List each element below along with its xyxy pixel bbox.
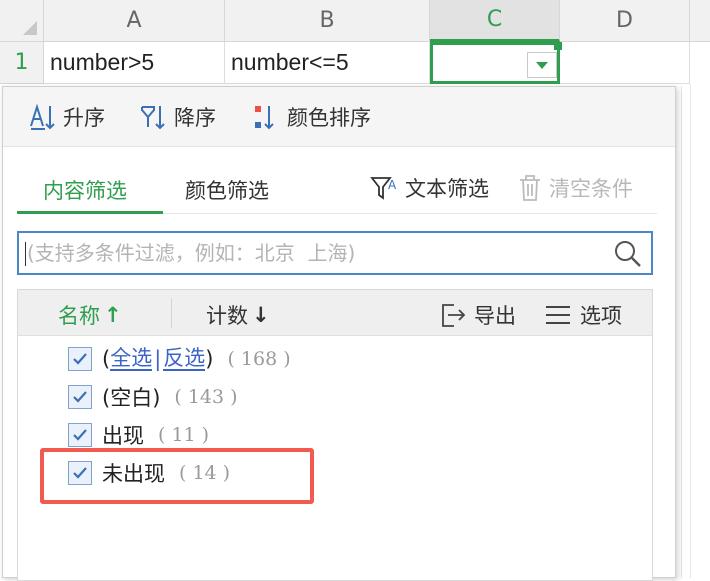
tab-color-filter[interactable]: 颜色筛选 <box>185 175 269 205</box>
export-button[interactable]: 导出 <box>438 300 516 330</box>
checkbox-checked[interactable] <box>68 385 92 409</box>
search-icon[interactable] <box>613 239 643 269</box>
clear-conditions-label: 清空条件 <box>549 177 633 201</box>
column-header-a[interactable]: A <box>44 0 225 42</box>
options-label: 选项 <box>580 304 622 328</box>
column-header-b[interactable]: B <box>225 0 430 42</box>
sort-by-count-button[interactable]: 计数 ↓ <box>206 300 270 330</box>
list-header: 名称 ↑ 计数 ↓ 导出 选项 <box>18 290 652 336</box>
text-filter-button[interactable]: A 文本筛选 <box>369 173 489 203</box>
checkbox-checked[interactable] <box>68 423 92 447</box>
list-item-select-all[interactable]: ( 全选 | 反选 ) ( 168 ) <box>68 343 291 375</box>
sort-by-color-button[interactable]: 颜色排序 <box>251 101 371 133</box>
sort-ascending-icon <box>27 102 57 132</box>
gridline <box>681 86 682 578</box>
options-button[interactable]: 选项 <box>544 300 622 330</box>
arrow-down-icon: ↓ <box>252 303 270 327</box>
item-label: (空白) <box>102 386 161 410</box>
active-tab-indicator <box>17 211 163 214</box>
sort-toolbar: 升序 降序 颜色排序 <box>3 87 675 147</box>
checkbox-checked[interactable] <box>68 347 92 371</box>
sort-by-color-label: 颜色排序 <box>287 106 371 130</box>
cell-b1[interactable]: number<=5 <box>225 42 430 84</box>
checkmark-icon <box>73 353 87 365</box>
checkmark-icon <box>73 429 87 441</box>
funnel-icon: A <box>369 173 399 203</box>
cell-a1[interactable]: number>5 <box>44 42 225 84</box>
item-count: ( 143 ) <box>174 386 238 408</box>
gridline <box>690 84 691 578</box>
sort-ascending-label: 升序 <box>63 106 105 130</box>
sort-descending-label: 降序 <box>174 106 216 130</box>
item-count: ( 168 ) <box>227 348 291 370</box>
sort-descending-button[interactable]: 降序 <box>138 101 216 133</box>
link-separator: | <box>154 347 162 371</box>
column-header-c[interactable]: C <box>430 0 560 42</box>
list-item-blank[interactable]: (空白) ( 143 ) <box>68 381 238 413</box>
arrow-up-icon: ↑ <box>104 303 122 327</box>
search-box <box>17 231 653 275</box>
filter-dropdown-button[interactable] <box>527 52 557 78</box>
select-all-corner[interactable] <box>0 0 44 42</box>
text-filter-label: 文本筛选 <box>405 177 489 201</box>
trash-icon <box>517 173 543 203</box>
select-all-link[interactable]: 全选 <box>110 347 153 372</box>
export-label: 导出 <box>474 304 516 328</box>
search-input[interactable] <box>25 235 605 271</box>
fill-handle[interactable] <box>554 42 562 50</box>
cell-d1[interactable] <box>560 42 690 84</box>
item-count: ( 11 ) <box>158 424 210 446</box>
paren-close: ) <box>205 347 214 371</box>
sort-by-name-button[interactable]: 名称 ↑ <box>58 300 122 330</box>
column-header-e[interactable] <box>690 0 710 42</box>
annotation-highlight-box <box>40 448 314 504</box>
header-divider <box>171 298 172 328</box>
sort-descending-icon <box>138 102 168 132</box>
column-header-d[interactable]: D <box>560 0 690 42</box>
name-column-label: 名称 <box>58 304 100 328</box>
checkmark-icon <box>73 391 87 403</box>
export-icon <box>438 300 468 330</box>
tab-content-filter[interactable]: 内容筛选 <box>43 175 127 205</box>
invert-selection-link[interactable]: 反选 <box>163 347 206 372</box>
item-label: 出现 <box>102 424 144 448</box>
filter-panel: 升序 降序 颜色排序 内容筛选 颜色筛选 A 文本筛选 清空条件 (支持多条件过… <box>2 86 676 581</box>
paren-open: ( <box>102 347 111 371</box>
count-column-label: 计数 <box>206 304 248 328</box>
list-item-appeared[interactable]: 出现 ( 11 ) <box>68 419 209 451</box>
menu-lines-icon <box>544 303 572 327</box>
row-header-1[interactable]: 1 <box>0 42 44 84</box>
clear-conditions-button[interactable]: 清空条件 <box>517 173 633 203</box>
value-list: 名称 ↑ 计数 ↓ 导出 选项 (全选 | 反选) (168) (空白)… <box>17 289 653 581</box>
svg-text:A: A <box>388 178 397 192</box>
dropdown-arrow-icon <box>536 61 548 69</box>
sort-ascending-button[interactable]: 升序 <box>27 101 105 133</box>
color-sort-icon <box>251 102 281 132</box>
